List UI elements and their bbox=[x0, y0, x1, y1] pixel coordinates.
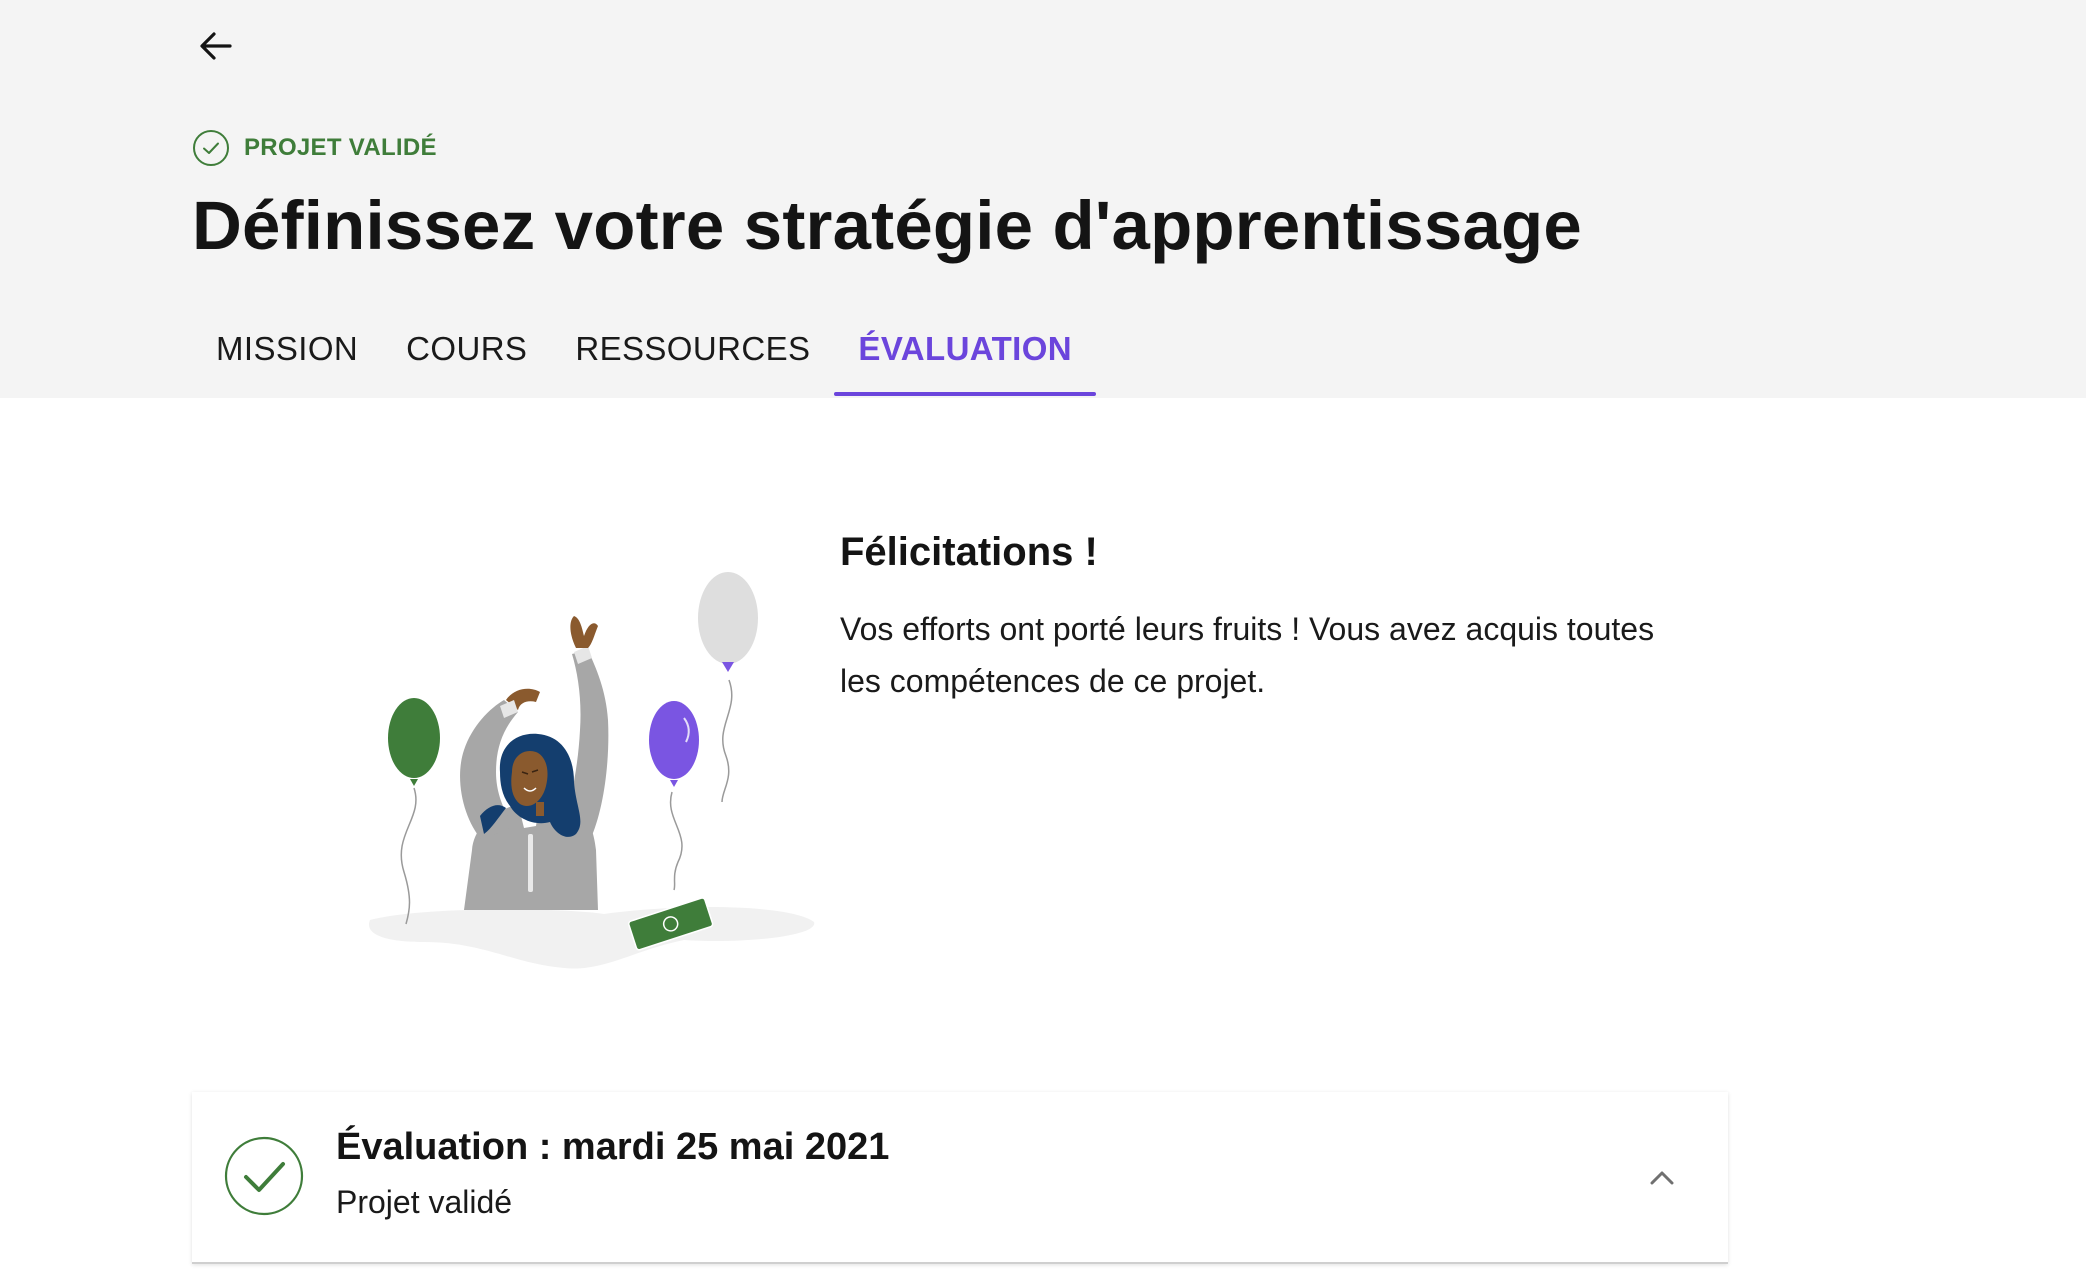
tab-bar: MISSION COURS RESSOURCES ÉVALUATION bbox=[192, 316, 1096, 398]
chevron-up-icon bbox=[1650, 1171, 1674, 1185]
tab-cours[interactable]: COURS bbox=[382, 316, 551, 382]
congratulations-title: Félicitations ! bbox=[840, 530, 1098, 574]
congratulations-message: Vos efforts ont porté leurs fruits ! Vou… bbox=[840, 611, 1655, 699]
tab-evaluation[interactable]: ÉVALUATION bbox=[834, 316, 1096, 396]
status-label: PROJET VALIDÉ bbox=[244, 134, 437, 161]
evaluation-status: Projet validé bbox=[336, 1184, 513, 1220]
arrow-left-icon bbox=[200, 32, 232, 60]
congratulations-section: Félicitations ! Vos efforts ont porté le… bbox=[192, 520, 1732, 969]
page-title: Définissez votre stratégie d'apprentissa… bbox=[192, 187, 1582, 264]
congratulations-text: Félicitations ! Vos efforts ont porté le… bbox=[840, 530, 1680, 707]
collapse-button[interactable] bbox=[1640, 1156, 1684, 1200]
evaluation-card[interactable]: Évaluation : mardi 25 mai 2021 Projet va… bbox=[192, 1092, 1728, 1264]
tab-mission[interactable]: MISSION bbox=[192, 316, 382, 382]
celebration-illustration bbox=[368, 572, 815, 969]
check-circle-icon bbox=[224, 1136, 304, 1216]
project-status: PROJET VALIDÉ bbox=[192, 128, 437, 168]
tab-ressources[interactable]: RESSOURCES bbox=[551, 316, 834, 382]
page-header: PROJET VALIDÉ Définissez votre stratégie… bbox=[0, 0, 2086, 398]
evaluation-title: Évaluation : mardi 25 mai 2021 bbox=[336, 1126, 890, 1168]
check-circle-icon bbox=[193, 130, 229, 166]
back-button[interactable] bbox=[192, 22, 240, 70]
